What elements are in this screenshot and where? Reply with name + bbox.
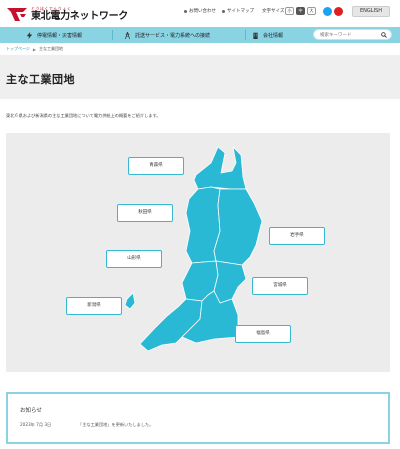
notice-title: お知らせ [20, 408, 42, 414]
prefecture-button-akita[interactable]: 秋田県 [117, 204, 173, 222]
nav-item-wheeling[interactable]: 託送サービス・電力系統への接続 [124, 27, 210, 43]
search-icon[interactable] [381, 32, 387, 38]
search-input[interactable] [320, 31, 380, 39]
prefecture-button-niigata[interactable]: 新潟県 [66, 297, 122, 315]
notice-date: 2023年 7月 3日 [20, 422, 52, 427]
lead-text: 東北６県および新潟県の主な工業団地について電力供給上の概要をご紹介します。 [6, 113, 161, 118]
twitter-icon[interactable] [323, 7, 332, 16]
nav-item-company-label: 会社情報 [263, 32, 284, 39]
youtube-icon[interactable] [334, 7, 343, 16]
contact-link-label: お問い合わせ [189, 9, 216, 14]
font-size-medium-button[interactable]: 中 [296, 7, 305, 15]
breadcrumb-home-link[interactable]: トップページ [6, 46, 30, 52]
map-panel: 青森県 秋田県 岩手県 山形県 宮城県 新潟県 福島県 [6, 133, 390, 372]
logo-name: 東北電力ネットワーク [31, 11, 128, 22]
bullet-icon [222, 9, 225, 13]
nav-item-wheeling-label: 託送サービス・電力系統への接続 [135, 32, 211, 39]
english-button[interactable]: ENGLISH [352, 6, 390, 17]
nav-item-outage-label: 停電情報・災害情報 [37, 32, 83, 39]
map-region-iwate [213, 188, 263, 266]
font-size-small-button[interactable]: 小 [285, 7, 294, 15]
nav-item-outage[interactable]: 停電情報・災害情報 [26, 27, 82, 43]
sitemap-link[interactable]: サイトマップ [222, 8, 254, 14]
prefecture-button-iwate[interactable]: 岩手県 [269, 227, 325, 245]
font-size-label: 文字サイズ [262, 9, 285, 14]
map-region-sado [124, 292, 136, 310]
breadcrumb: トップページ ▶ 主な工業団地 [6, 46, 63, 52]
site-header: とうほくでんりょく 東北電力ネットワーク お問い合わせ サイトマップ 文字サイズ… [0, 0, 400, 27]
font-size-large-button[interactable]: 大 [307, 7, 316, 15]
prefecture-button-miyagi[interactable]: 宮城県 [252, 277, 308, 295]
lightning-icon [26, 31, 33, 39]
nav-divider [245, 30, 246, 40]
building-icon [253, 32, 258, 39]
prefecture-button-yamagata[interactable]: 山形県 [106, 250, 162, 268]
notice-box: お知らせ 2023年 7月 3日 「主な工業団地」を更新いたしました。 [6, 392, 390, 444]
logo-mark-icon [7, 8, 27, 21]
page-title: 主な工業団地 [6, 73, 75, 86]
tohoku-map [124, 146, 263, 352]
map-region-niigata [139, 298, 203, 352]
breadcrumb-separator-icon: ▶ [32, 46, 36, 52]
company-logo[interactable]: とうほくでんりょく 東北電力ネットワーク [6, 5, 128, 23]
tower-icon [125, 31, 130, 39]
nav-item-company[interactable]: 会社情報 [252, 27, 283, 43]
sitemap-link-label: サイトマップ [227, 9, 254, 14]
search-box [313, 29, 392, 40]
nav-divider [112, 30, 113, 40]
contact-link[interactable]: お問い合わせ [184, 8, 216, 14]
prefecture-button-aomori[interactable]: 青森県 [128, 157, 184, 175]
map-region-miyagi [213, 260, 247, 304]
prefecture-button-fukushima[interactable]: 福島県 [235, 325, 291, 343]
notice-link[interactable]: 「主な工業団地」を更新いたしました。 [78, 422, 153, 428]
breadcrumb-current: 主な工業団地 [39, 46, 63, 51]
map-region-aomori [193, 146, 247, 190]
bullet-icon [184, 9, 187, 13]
